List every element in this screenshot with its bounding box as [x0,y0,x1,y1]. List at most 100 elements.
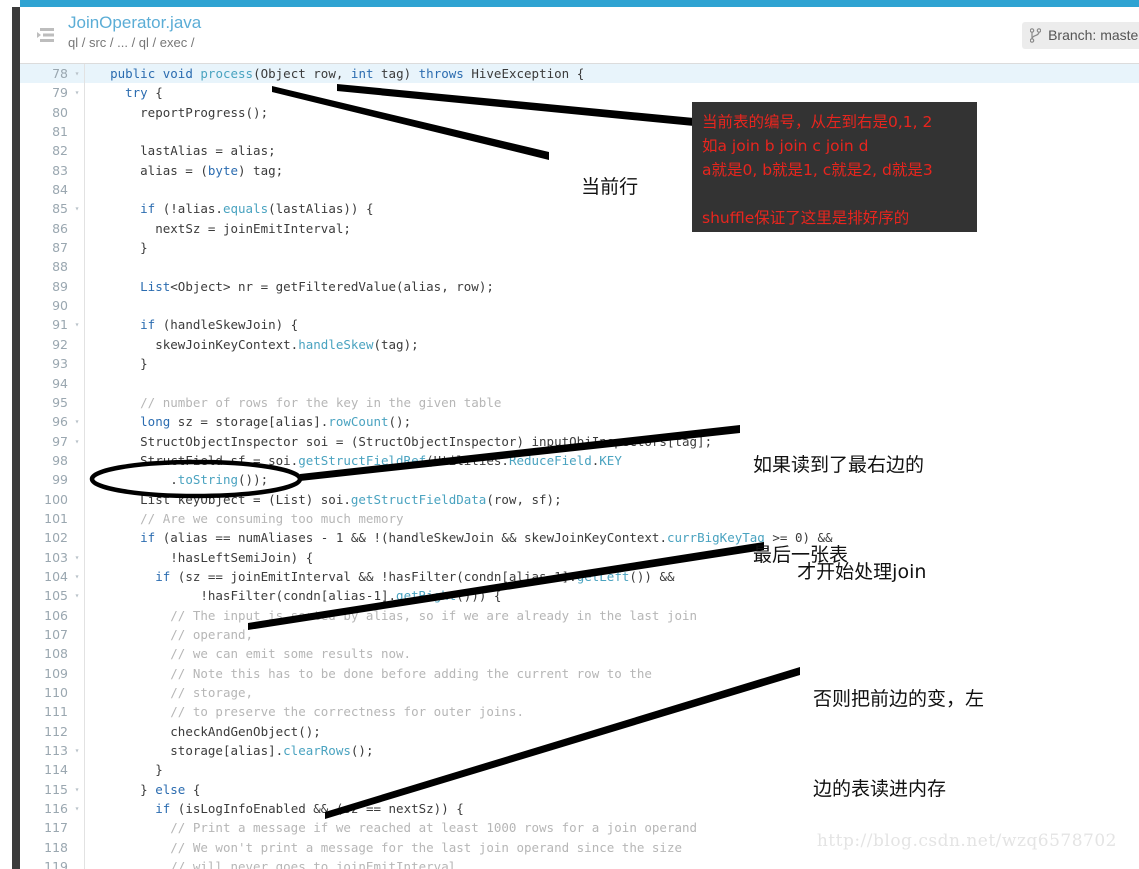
code-line[interactable]: 116 ▾ if (isLogInfoEnabled && (sz == next… [20,799,1139,819]
code-line[interactable]: 106 // The input is sorted by alias, so … [20,605,1139,625]
code-line[interactable]: 108 // we can emit some results now. [20,644,1139,664]
code-line[interactable]: 78 ▾ public void process(Object row, int … [20,64,1139,84]
gutter-divider [84,122,85,142]
code-line[interactable]: 105 ▾ !hasFilter(condn[alias-1].getRight(… [20,586,1139,606]
line-number: 115 [44,781,68,797]
fold-arrow-icon[interactable]: ▾ [70,741,84,760]
gutter-divider [84,760,85,780]
fold-arrow-icon[interactable]: ▾ [70,83,84,102]
code-viewer[interactable]: 78 ▾ public void process(Object row, int … [20,64,1139,869]
fold-arrow-icon[interactable]: ▾ [70,799,84,818]
line-number: 106 [44,607,68,623]
code-line[interactable]: 114 } [20,760,1139,780]
gutter-divider [84,489,85,509]
gutter-divider [84,354,85,374]
gutter-divider [84,257,85,277]
gutter-divider [84,605,85,625]
code-line[interactable]: 95 // number of rows for the key in the … [20,392,1139,413]
window-accent-bar [0,0,1139,7]
code-line[interactable]: 87 } [20,238,1139,258]
code-text: alias = (byte) tag; [140,162,284,178]
fold-arrow-icon[interactable]: ▾ [70,586,84,605]
gutter-divider [84,180,85,200]
code-line[interactable]: 83 alias = (byte) tag; [20,160,1139,181]
code-line[interactable]: 84 [20,180,1139,200]
code-line[interactable]: 117 // Print a message if we reached at … [20,818,1139,838]
code-text: // Are we consuming too much memory [140,510,404,526]
line-number: 93 [52,356,68,372]
git-branch-icon [1030,27,1042,43]
fold-arrow-icon[interactable]: ▾ [70,567,84,586]
fold-arrow-icon[interactable]: ▾ [70,315,84,334]
code-text: // Print a message if we reached at leas… [170,820,698,836]
gutter-divider [84,799,85,819]
code-line[interactable]: 86 nextSz = joinEmitInterval; [20,218,1139,239]
gutter-divider [84,624,85,645]
code-text: if (handleSkewJoin) { [140,317,299,333]
line-number: 101 [44,510,68,526]
gutter-divider [84,721,85,742]
gutter-divider [84,218,85,239]
gutter-divider [84,315,85,335]
code-line[interactable]: 94 [20,373,1139,393]
code-line[interactable]: 98 StructField sf = soi.getStructFieldRe… [20,450,1139,471]
code-line[interactable]: 90 [20,296,1139,316]
fold-arrow-icon[interactable]: ▾ [70,199,84,218]
line-number: 116 [44,801,68,817]
code-text: // number of rows for the key in the giv… [140,394,502,410]
code-text: } [140,356,148,372]
line-number: 87 [52,240,68,256]
code-line[interactable]: 119 // will never goes to joinEmitInterv… [20,857,1139,869]
code-line[interactable]: 118 // We won't print a message for the … [20,837,1139,858]
line-number: 95 [52,394,68,410]
code-line[interactable]: 113 ▾ storage[alias].clearRows(); [20,741,1139,761]
line-number: 88 [52,259,68,275]
line-number: 92 [52,336,68,352]
line-number: 79 [52,85,68,101]
code-line[interactable]: 82 lastAlias = alias; [20,141,1139,161]
branch-selector[interactable]: Branch: master [1022,22,1139,49]
gutter-divider [84,276,85,297]
code-line[interactable]: 89 List<Object> nr = getFilteredValue(al… [20,276,1139,297]
fold-arrow-icon[interactable]: ▾ [70,64,84,83]
gutter-divider [84,663,85,683]
collapse-sidebar-icon[interactable] [32,21,60,49]
code-line[interactable]: 112 checkAndGenObject(); [20,721,1139,742]
gutter-divider [84,334,85,355]
code-line[interactable]: 111 // to preserve the correctness for o… [20,702,1139,722]
code-line[interactable]: 97 ▾ StructObjectInspector soi = (StructO… [20,431,1139,451]
code-line[interactable]: 104 ▾ if (sz == joinEmitInterval && !hasF… [20,566,1139,587]
code-line[interactable]: 99 .toString()); [20,470,1139,490]
code-text: long sz = storage[alias].rowCount(); [140,414,412,430]
code-line[interactable]: 101 // Are we consuming too much memory [20,508,1139,529]
code-line[interactable]: 96 ▾ long sz = storage[alias].rowCount(); [20,412,1139,432]
code-line[interactable]: 80 reportProgress(); [20,102,1139,123]
gutter-divider [84,450,85,471]
code-line[interactable]: 100 List keyObject = (List) soi.getStruc… [20,489,1139,509]
code-line[interactable]: 88 [20,257,1139,277]
fold-arrow-icon[interactable]: ▾ [70,412,84,431]
code-line[interactable]: 110 // storage, [20,683,1139,703]
line-number: 108 [44,646,68,662]
code-line[interactable]: 81 [20,122,1139,142]
code-line[interactable]: 103 ▾ !hasLeftSemiJoin) { [20,547,1139,567]
line-number: 119 [44,859,68,869]
code-line[interactable]: 92 skewJoinKeyContext.handleSkew(tag); [20,334,1139,355]
page-title[interactable]: JoinOperator.java [68,12,201,34]
gutter-divider [84,470,85,490]
code-line[interactable]: 91 ▾ if (handleSkewJoin) { [20,315,1139,335]
code-line[interactable]: 102 if (alias == numAliases - 1 && !(han… [20,528,1139,548]
code-line[interactable]: 79 ▾ try { [20,83,1139,103]
code-line[interactable]: 93 } [20,354,1139,374]
code-text: skewJoinKeyContext.handleSkew(tag); [155,336,419,352]
code-line[interactable]: 85 ▾ if (!alias.equals(lastAlias)) { [20,199,1139,219]
breadcrumb[interactable]: ql / src / ... / ql / exec / [68,34,201,52]
fold-arrow-icon[interactable]: ▾ [70,548,84,567]
fold-arrow-icon[interactable]: ▾ [70,432,84,451]
code-line[interactable]: 109 // Note this has to be done before a… [20,663,1139,683]
code-line[interactable]: 115 ▾ } else { [20,779,1139,800]
code-line[interactable]: 107 // operand, [20,624,1139,645]
code-text: // operand, [170,626,254,642]
fold-arrow-icon[interactable]: ▾ [70,780,84,799]
line-number: 117 [44,820,68,836]
